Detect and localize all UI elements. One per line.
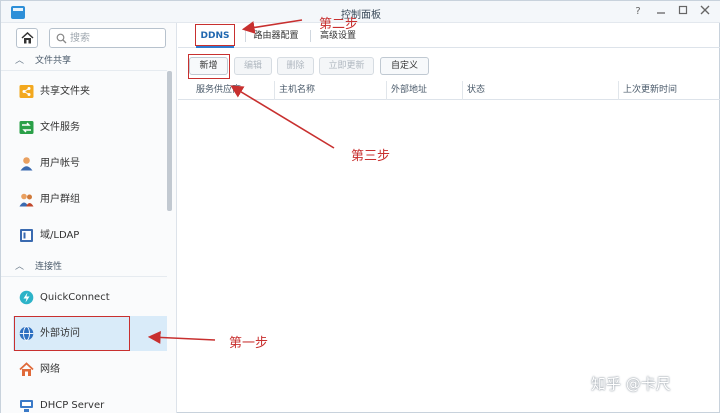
table-header: 服务供应商 主机名称 外部地址 状态 上次更新时间	[178, 81, 720, 100]
update-now-button[interactable]: 立即更新	[319, 57, 374, 75]
user-icon	[20, 157, 33, 171]
home-icon	[21, 32, 34, 44]
table-body	[178, 101, 720, 413]
search-input[interactable]	[70, 31, 162, 45]
control-panel-window: 控制面板 ? ︿ 文件共享	[0, 0, 720, 413]
section-file-sharing[interactable]: ︿ 文件共享	[1, 51, 167, 71]
sidebar-item-quickconnect[interactable]: QuickConnect	[13, 280, 167, 315]
tab-router-config[interactable]: 路由器配置	[250, 25, 302, 48]
quickconnect-icon	[19, 290, 34, 305]
chevron-up-icon: ︿	[15, 56, 25, 66]
minimize-icon[interactable]	[654, 5, 668, 19]
network-house-icon	[19, 362, 34, 376]
domain-ldap-icon	[20, 229, 33, 242]
annotation-box-ddns-tab	[195, 24, 235, 46]
toolbar: 新增 编辑 删除 立即更新 自定义	[178, 55, 720, 77]
tab-divider	[245, 30, 246, 42]
sidebar-item-network[interactable]: 网络	[13, 352, 167, 387]
column-service-provider[interactable]: 服务供应商	[192, 81, 274, 100]
home-button[interactable]	[16, 28, 38, 48]
user-group-icon	[19, 193, 34, 207]
help-icon[interactable]: ?	[631, 5, 645, 19]
main-panel: DDNS 路由器配置 高级设置 新增 编辑 删除 立即更新 自定义 服务供应商 …	[178, 23, 720, 413]
column-status[interactable]: 状态	[462, 81, 618, 100]
shared-folder-icon	[19, 85, 34, 98]
dhcp-icon	[20, 400, 33, 412]
maximize-icon[interactable]	[676, 5, 690, 19]
sidebar-item-domain-ldap[interactable]: 域/LDAP	[13, 218, 167, 253]
customize-button[interactable]: 自定义	[380, 57, 429, 75]
annotation-step1-label: 第一步	[229, 336, 269, 351]
annotation-step3-label: 第三步	[351, 149, 391, 164]
annotation-box-external-access	[14, 316, 130, 351]
annotation-step2-label: 第二步	[319, 17, 359, 32]
column-hostname[interactable]: 主机名称	[274, 81, 386, 100]
window-title: 控制面板	[341, 10, 381, 21]
tab-bar: DDNS 路由器配置 高级设置	[178, 23, 720, 48]
chevron-up-icon: ︿	[15, 262, 25, 272]
sidebar-scrollbar[interactable]	[167, 71, 172, 211]
delete-button[interactable]: 删除	[277, 57, 314, 75]
close-icon[interactable]	[698, 5, 712, 19]
column-external-address[interactable]: 外部地址	[386, 81, 462, 100]
sidebar-item-shared-folder[interactable]: 共享文件夹	[13, 74, 167, 109]
tab-divider	[310, 30, 311, 42]
search-box[interactable]	[49, 28, 166, 48]
sidebar-item-user-account[interactable]: 用户帐号	[13, 146, 167, 181]
watermark: 知乎 @卡尺	[591, 375, 671, 393]
section-connectivity[interactable]: ︿ 连接性	[1, 257, 167, 277]
sidebar: ︿ 文件共享 共享文件夹 文件服务 用户帐号	[1, 23, 177, 413]
edit-button[interactable]: 编辑	[234, 57, 272, 75]
title-bar: 控制面板 ?	[1, 1, 720, 23]
file-services-icon	[19, 121, 34, 134]
sidebar-item-file-services[interactable]: 文件服务	[13, 110, 167, 145]
sidebar-item-user-group[interactable]: 用户群组	[13, 182, 167, 217]
search-icon	[56, 33, 67, 44]
column-last-update[interactable]: 上次更新时间	[618, 81, 706, 100]
annotation-box-add-button	[188, 54, 230, 79]
sidebar-item-dhcp-server[interactable]: DHCP Server	[13, 388, 167, 413]
